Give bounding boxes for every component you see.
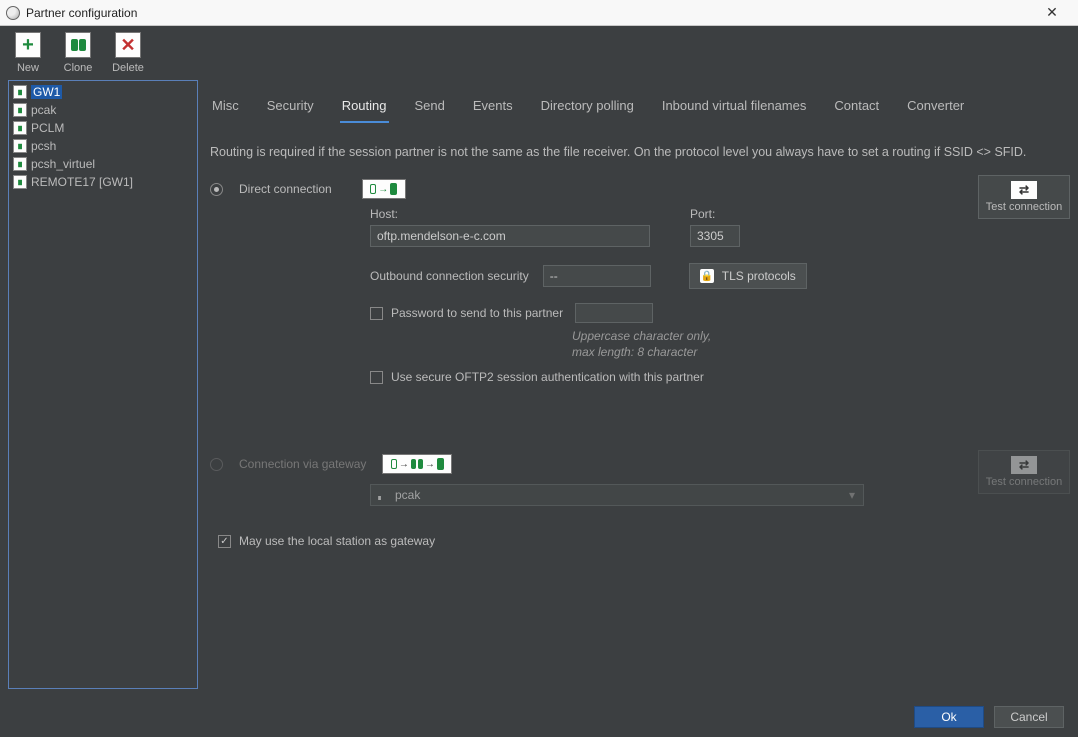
new-label: New bbox=[17, 62, 39, 74]
test-connection-icon: ⇄ bbox=[1011, 181, 1037, 199]
host-input[interactable] bbox=[370, 225, 650, 247]
tab-directory-polling[interactable]: Directory polling bbox=[539, 94, 636, 123]
delete-button[interactable]: ✕ Delete bbox=[108, 32, 148, 74]
delete-icon: ✕ bbox=[115, 32, 141, 58]
outbound-security-select[interactable]: -- bbox=[543, 265, 651, 287]
gateway-connection-radio[interactable] bbox=[210, 458, 223, 471]
sidebar-item-label: REMOTE17 [GW1] bbox=[31, 175, 133, 189]
partner-icon: ∎ bbox=[13, 139, 27, 153]
new-button[interactable]: + New bbox=[8, 32, 48, 74]
tab-routing[interactable]: Routing bbox=[340, 94, 389, 123]
password-checkbox[interactable] bbox=[370, 307, 383, 320]
sidebar-item-remote17[interactable]: ∎ REMOTE17 [GW1] bbox=[9, 173, 197, 191]
tab-inbound-virtual-filenames[interactable]: Inbound virtual filenames bbox=[660, 94, 809, 123]
cancel-button[interactable]: Cancel bbox=[994, 706, 1064, 728]
partner-list[interactable]: ∎ GW1 ∎ pcak ∎ PCLM ∎ pcsh ∎ pcsh_virtue… bbox=[8, 80, 198, 689]
password-checkbox-label: Password to send to this partner bbox=[391, 306, 563, 320]
sidebar-item-gw1[interactable]: ∎ GW1 bbox=[9, 83, 197, 101]
port-label: Port: bbox=[690, 207, 740, 221]
window-title: Partner configuration bbox=[26, 6, 1032, 20]
password-hint-line2: max length: 8 character bbox=[572, 345, 1070, 361]
gateway-connection-icon: → → bbox=[382, 454, 452, 474]
clone-icon bbox=[65, 32, 91, 58]
partner-icon: ∎ bbox=[13, 85, 27, 99]
password-hint-line1: Uppercase character only, bbox=[572, 329, 1070, 345]
partner-icon: ∎ bbox=[13, 157, 27, 171]
tab-send[interactable]: Send bbox=[413, 94, 447, 123]
secure-session-label: Use secure OFTP2 session authentication … bbox=[391, 370, 704, 384]
clone-button[interactable]: Clone bbox=[58, 32, 98, 74]
partner-icon: ∎ bbox=[13, 175, 27, 189]
tab-security[interactable]: Security bbox=[265, 94, 316, 123]
sidebar-item-label: pcak bbox=[31, 103, 56, 117]
delete-label: Delete bbox=[112, 62, 144, 74]
sidebar-item-pcsh[interactable]: ∎ pcsh bbox=[9, 137, 197, 155]
direct-connection-radio[interactable] bbox=[210, 183, 223, 196]
sidebar-item-pcsh-virtuel[interactable]: ∎ pcsh_virtuel bbox=[9, 155, 197, 173]
gateway-select[interactable]: ∎ pcak bbox=[370, 484, 864, 506]
sidebar-item-pclm[interactable]: ∎ PCLM bbox=[9, 119, 197, 137]
toolbar: + New Clone ✕ Delete bbox=[0, 26, 1078, 80]
outbound-security-value: -- bbox=[550, 269, 558, 283]
tab-events[interactable]: Events bbox=[471, 94, 515, 123]
clone-label: Clone bbox=[64, 62, 93, 74]
lock-icon: 🔒 bbox=[700, 269, 714, 283]
test-connection-icon: ⇄ bbox=[1011, 456, 1037, 474]
dialog-footer: Ok Cancel bbox=[0, 697, 1078, 737]
gateway-connection-label: Connection via gateway bbox=[239, 457, 366, 471]
sidebar-item-label: PCLM bbox=[31, 121, 64, 135]
test-connection-gateway-button: ⇄ Test connection bbox=[978, 450, 1070, 494]
tab-contact[interactable]: Contact bbox=[832, 94, 881, 123]
test-connection-label: Test connection bbox=[986, 201, 1062, 213]
sidebar-item-label: pcsh_virtuel bbox=[31, 157, 95, 171]
tls-protocols-button[interactable]: 🔒 TLS protocols bbox=[689, 263, 807, 289]
port-input[interactable] bbox=[690, 225, 740, 247]
direct-connection-label: Direct connection bbox=[239, 182, 332, 196]
host-label: Host: bbox=[370, 207, 650, 221]
may-use-gateway-label: May use the local station as gateway bbox=[239, 534, 435, 548]
gateway-select-value: pcak bbox=[395, 488, 420, 502]
sidebar-item-label: GW1 bbox=[31, 85, 62, 99]
tls-protocols-label: TLS protocols bbox=[722, 269, 796, 283]
test-connection-label: Test connection bbox=[986, 476, 1062, 488]
partner-icon: ∎ bbox=[13, 121, 27, 135]
app-icon bbox=[6, 6, 20, 20]
routing-description: Routing is required if the session partn… bbox=[210, 123, 1070, 179]
secure-session-checkbox[interactable] bbox=[370, 371, 383, 384]
test-connection-direct-button[interactable]: ⇄ Test connection bbox=[978, 175, 1070, 219]
may-use-gateway-checkbox[interactable] bbox=[218, 535, 231, 548]
close-icon[interactable]: ✕ bbox=[1032, 4, 1072, 21]
tab-converter[interactable]: Converter bbox=[905, 94, 966, 123]
ok-label: Ok bbox=[941, 710, 956, 724]
tab-misc[interactable]: Misc bbox=[210, 94, 241, 123]
ok-button[interactable]: Ok bbox=[914, 706, 984, 728]
cancel-label: Cancel bbox=[1010, 710, 1047, 724]
partner-icon: ∎ bbox=[13, 103, 27, 117]
password-input[interactable] bbox=[575, 303, 653, 323]
tab-bar: Misc Security Routing Send Events Direct… bbox=[210, 80, 1070, 123]
sidebar-item-pcak[interactable]: ∎ pcak bbox=[9, 101, 197, 119]
plus-icon: + bbox=[15, 32, 41, 58]
outbound-security-label: Outbound connection security bbox=[370, 269, 529, 283]
title-bar: Partner configuration ✕ bbox=[0, 0, 1078, 26]
partner-icon: ∎ bbox=[377, 489, 389, 501]
sidebar-item-label: pcsh bbox=[31, 139, 56, 153]
direct-connection-icon: → bbox=[362, 179, 406, 199]
